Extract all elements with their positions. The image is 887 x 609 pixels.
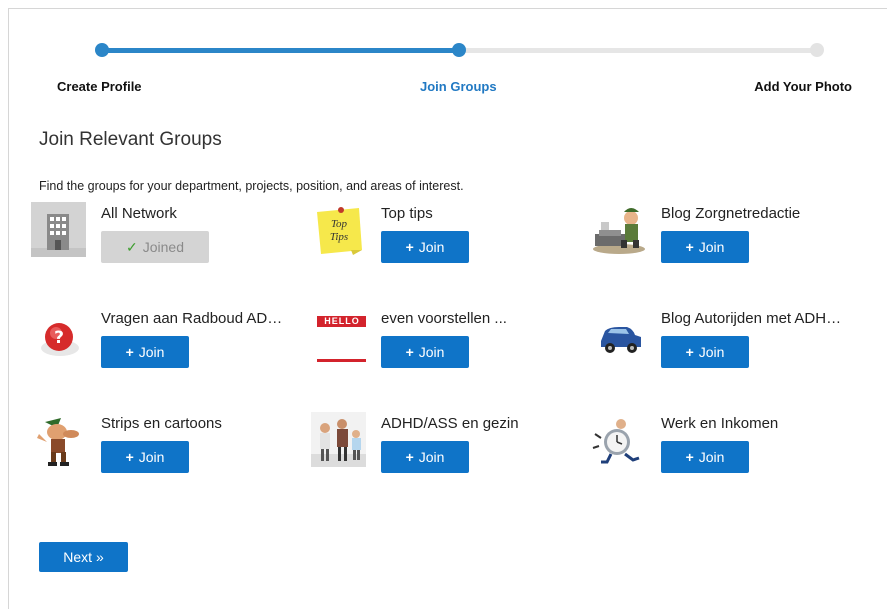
svg-text:?: ? — [54, 328, 64, 348]
join-label: Join — [698, 239, 725, 255]
page-title: Join Relevant Groups — [39, 129, 222, 150]
joined-label: Joined — [142, 239, 184, 255]
join-button-even-voorstellen[interactable]: + Join — [381, 336, 469, 368]
join-button-werk-en-inkomen[interactable]: + Join — [661, 441, 749, 473]
car-icon — [591, 307, 646, 362]
group-name: Blog Zorgnetredactie — [661, 205, 801, 222]
join-label: Join — [698, 449, 725, 465]
plus-icon: + — [125, 344, 134, 360]
plus-icon: + — [405, 449, 414, 465]
group-card-adhd-ass-en-gezin: ADHD/ASS en gezin + Join — [311, 412, 581, 492]
question-mark-icon: ? — [31, 307, 86, 362]
join-groups-panel: Create Profile Join Groups Add Your Phot… — [8, 8, 887, 609]
join-button-vragen-aan-radboud[interactable]: + Join — [101, 336, 189, 368]
newsroom-cartoon-icon — [591, 202, 646, 257]
join-label: Join — [138, 449, 165, 465]
step-dot-create-profile — [95, 43, 109, 57]
group-name: Werk en Inkomen — [661, 415, 779, 432]
group-card-strips-en-cartoons: Strips en cartoons + Join — [31, 412, 301, 492]
join-button-blog-zorgnetredactie[interactable]: + Join — [661, 231, 749, 263]
plus-icon: + — [685, 239, 694, 255]
next-button[interactable]: Next » — [39, 542, 128, 572]
checkmark-icon: ✓ — [126, 238, 138, 255]
group-card-all-network: All Network ✓ Joined — [31, 202, 301, 282]
group-card-blog-autorijden: Blog Autorijden met ADH… + Join — [591, 307, 861, 387]
step-label-add-photo: Add Your Photo — [754, 79, 852, 94]
sticky-note-text: Top Tips — [329, 218, 349, 243]
step-label-create-profile: Create Profile — [57, 79, 142, 94]
running-clock-icon — [591, 412, 646, 467]
group-name: Strips en cartoons — [101, 415, 222, 432]
group-name: Vragen aan Radboud AD… — [101, 310, 283, 327]
plus-icon: + — [685, 344, 694, 360]
join-button-strips-en-cartoons[interactable]: + Join — [101, 441, 189, 473]
progress-track-remaining — [459, 48, 817, 53]
join-button-blog-autorijden[interactable]: + Join — [661, 336, 749, 368]
group-name: ADHD/ASS en gezin — [381, 415, 519, 432]
family-photo-icon — [311, 412, 366, 467]
group-name: All Network — [101, 205, 177, 222]
progress-track-complete — [102, 48, 459, 53]
join-label: Join — [418, 239, 445, 255]
join-button-adhd-ass-en-gezin[interactable]: + Join — [381, 441, 469, 473]
join-label: Join — [418, 344, 445, 360]
plus-icon: + — [405, 239, 414, 255]
hello-tag-text: HELLO — [324, 316, 360, 326]
group-card-werk-en-inkomen: Werk en Inkomen + Join — [591, 412, 861, 492]
join-label: Join — [698, 344, 725, 360]
group-name: Blog Autorijden met ADH… — [661, 310, 842, 327]
group-card-even-voorstellen: HELLO even voorstellen ... + Join — [311, 307, 581, 387]
sticky-note-icon: Top Tips — [311, 202, 366, 257]
step-dot-add-photo — [810, 43, 824, 57]
group-name: even voorstellen ... — [381, 310, 507, 327]
cartoon-character-icon — [31, 412, 86, 467]
intro-text: Find the groups for your department, pro… — [39, 179, 464, 193]
group-card-vragen-aan-radboud: ? Vragen aan Radboud AD… + Join — [31, 307, 301, 387]
group-card-blog-zorgnetredactie: Blog Zorgnetredactie + Join — [591, 202, 861, 282]
hello-name-tag-icon: HELLO — [311, 307, 367, 362]
join-button-top-tips[interactable]: + Join — [381, 231, 469, 263]
step-dot-join-groups — [452, 43, 466, 57]
join-label: Join — [138, 344, 165, 360]
step-label-join-groups: Join Groups — [420, 79, 497, 94]
building-icon — [31, 202, 86, 257]
group-name: Top tips — [381, 205, 433, 222]
plus-icon: + — [685, 449, 694, 465]
plus-icon: + — [405, 344, 414, 360]
joined-button-all-network[interactable]: ✓ Joined — [101, 231, 209, 263]
plus-icon: + — [125, 449, 134, 465]
group-card-top-tips: Top Tips Top tips + Join — [311, 202, 581, 282]
join-label: Join — [418, 449, 445, 465]
